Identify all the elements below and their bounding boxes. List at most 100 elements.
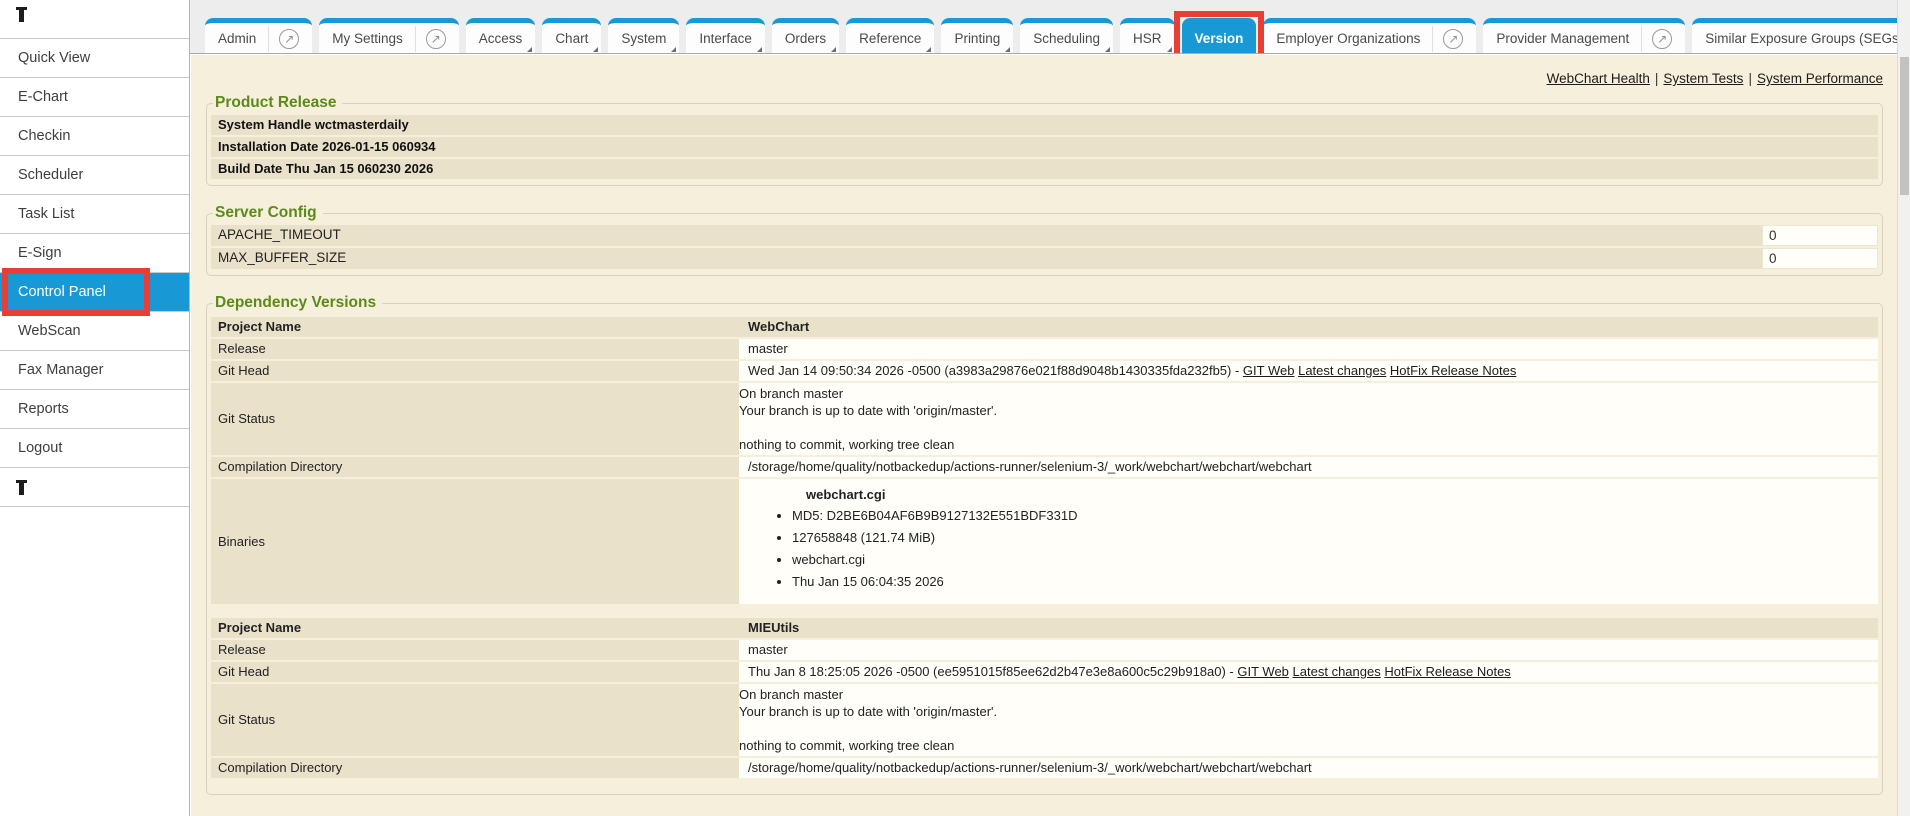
tab-printing[interactable]: Printing <box>941 18 1013 54</box>
row-label: Git Status <box>211 684 739 756</box>
sidebar-item-e-chart[interactable]: E-Chart <box>0 78 189 117</box>
sidebar-item-label: Scheduler <box>18 167 83 183</box>
tab-separator <box>268 26 269 52</box>
binary-detail: MD5: D2BE6B04AF6B9B9127132E551BDF331D <box>792 506 1869 525</box>
sidebar-item-checkin[interactable]: Checkin <box>0 117 189 156</box>
tab-label: Employer Organizations <box>1276 31 1420 46</box>
tab-label: Similar Exposure Groups (SEGs) <box>1705 31 1897 46</box>
sidebar-item-label: WebScan <box>18 323 81 339</box>
table-row: Git StatusOn branch master Your branch i… <box>211 684 1878 756</box>
sidebar-item-logout[interactable]: Logout <box>0 429 189 468</box>
tab-employer-organizations[interactable]: Employer Organizations ↗ <box>1263 18 1476 54</box>
tab-label: Version <box>1195 31 1244 46</box>
binary-detail: Thu Jan 15 06:04:35 2026 <box>792 572 1869 591</box>
config-value-field[interactable]: 0 <box>1762 225 1878 246</box>
row-value: master <box>739 640 1878 660</box>
tab-access[interactable]: Access <box>466 18 536 54</box>
tab-label: Admin <box>218 31 256 46</box>
tab-hsr[interactable]: HSR <box>1120 18 1175 54</box>
config-key: APACHE_TIMEOUT <box>211 225 1762 246</box>
row-value: Thu Jan 8 18:25:05 2026 -0500 (ee5951015… <box>739 662 1878 682</box>
binary-name: webchart.cgi <box>806 487 1869 503</box>
config-value-field[interactable]: 0 <box>1762 248 1878 269</box>
external-link-icon[interactable]: ↗ <box>1652 29 1672 49</box>
sidebar-item-control-panel[interactable]: Control Panel <box>0 273 189 312</box>
tab-chart[interactable]: Chart <box>542 18 601 54</box>
row-value: MIEUtils <box>739 618 1878 638</box>
sidebar-item-scheduler[interactable]: Scheduler <box>0 156 189 195</box>
tab-version[interactable]: Version <box>1182 18 1257 54</box>
sidebar-item-label: Control Panel <box>18 284 106 300</box>
tab-separator <box>1432 26 1433 52</box>
tab-reference[interactable]: Reference <box>846 18 934 54</box>
sidebar-item-fax-manager[interactable]: Fax Manager <box>0 351 189 390</box>
page: Admin↗My Settings↗AccessChartSystemInter… <box>0 0 1910 816</box>
row-label: Git Head <box>211 361 739 381</box>
server-config-row-max-buffer-size: MAX_BUFFER_SIZE0 <box>211 248 1878 269</box>
tab-admin[interactable]: Admin ↗ <box>205 18 312 54</box>
sidebar-item-task-list[interactable]: Task List <box>0 195 189 234</box>
row-label: Compilation Directory <box>211 457 739 477</box>
server-config-section: Server Config APACHE_TIMEOUT0MAX_BUFFER_… <box>206 204 1883 276</box>
tab-my-settings[interactable]: My Settings↗ <box>319 18 459 54</box>
link-git-web[interactable]: GIT Web <box>1243 363 1295 378</box>
tab-orders[interactable]: Orders <box>772 18 839 54</box>
link-system-performance[interactable]: System Performance <box>1757 71 1883 86</box>
dependency-table-mieutils: Project NameMIEUtilsReleasemasterGit Hea… <box>211 616 1878 780</box>
dropdown-caret-icon <box>671 47 676 52</box>
row-value: Wed Jan 14 09:50:34 2026 -0500 (a3983a29… <box>739 361 1878 381</box>
sidebar-item-label: Reports <box>18 401 69 417</box>
link-system-tests[interactable]: System Tests <box>1663 71 1743 86</box>
link-separator: | <box>1748 71 1752 86</box>
external-link-icon[interactable]: ↗ <box>426 29 446 49</box>
tab-interface[interactable]: Interface <box>686 18 765 54</box>
tab-similar-exposure-groups-segs[interactable]: Similar Exposure Groups (SEGs)↗ <box>1692 18 1897 54</box>
table-row: Project NameWebChart <box>211 317 1878 337</box>
tab-separator <box>415 26 416 52</box>
row-label: Git Status <box>211 383 739 455</box>
link-latest-changes[interactable]: Latest changes <box>1293 664 1381 679</box>
tab-label: Printing <box>954 31 1000 46</box>
link-webchart-health[interactable]: WebChart Health <box>1547 71 1650 86</box>
product-release-title: Product Release <box>213 94 342 112</box>
link-hotfix-release-notes[interactable]: HotFix Release Notes <box>1390 363 1516 378</box>
external-link-icon[interactable]: ↗ <box>279 29 299 49</box>
row-label: Project Name <box>211 317 739 337</box>
sidebar-item-reports[interactable]: Reports <box>0 390 189 429</box>
tab-scheduling[interactable]: Scheduling <box>1020 18 1113 54</box>
binary-details-list: MD5: D2BE6B04AF6B9B9127132E551BDF331D127… <box>748 506 1869 591</box>
sidebar-item-label: Logout <box>18 440 62 456</box>
sidebar-item-e-sign[interactable]: E-Sign <box>0 234 189 273</box>
scrollbar-thumb[interactable] <box>1900 57 1909 195</box>
dropdown-caret-icon <box>593 47 598 52</box>
tab-provider-management[interactable]: Provider Management ↗ <box>1483 18 1685 54</box>
server-config-row-apache-timeout: APACHE_TIMEOUT0 <box>211 225 1878 246</box>
sidebar-item-webscan[interactable]: WebScan <box>0 312 189 351</box>
sidebar-menu: Quick View E-Chart Checkin Scheduler Task Li… <box>0 38 189 468</box>
link-git-web[interactable]: GIT Web <box>1237 664 1289 679</box>
binary-detail: webchart.cgi <box>792 550 1869 569</box>
tab-label: Provider Management <box>1496 31 1629 46</box>
dependency-tables: Project NameWebChartReleasemasterGit Hea… <box>211 315 1878 780</box>
sidebar-item-label: Quick View <box>18 50 90 66</box>
vertical-scrollbar[interactable] <box>1897 0 1910 816</box>
tab-system[interactable]: System <box>608 18 679 54</box>
external-link-icon[interactable]: ↗ <box>1443 29 1463 49</box>
link-hotfix-release-notes[interactable]: HotFix Release Notes <box>1384 664 1510 679</box>
link-latest-changes[interactable]: Latest changes <box>1298 363 1386 378</box>
product-release-row-installation-date: Installation Date 2026-01-15 060934 <box>211 137 1878 159</box>
link-separator: | <box>1655 71 1659 86</box>
sidebar-item-quick-view[interactable]: Quick View <box>0 39 189 78</box>
pin-icon[interactable] <box>16 7 24 22</box>
table-row: Compilation Directory/storage/home/quali… <box>211 758 1878 778</box>
row-value: /storage/home/quality/notbackedup/action… <box>739 758 1878 778</box>
sidebar-item-label: Task List <box>18 206 74 222</box>
sidebar-item-label: E-Chart <box>18 89 68 105</box>
dropdown-caret-icon <box>1005 47 1010 52</box>
row-label: Project Name <box>211 618 739 638</box>
sidebar-item-label: Checkin <box>18 128 70 144</box>
tab-label: Reference <box>859 31 921 46</box>
dependency-versions-title: Dependency Versions <box>213 294 382 312</box>
sidebar-pin-icon[interactable] <box>0 468 189 507</box>
dropdown-caret-icon <box>1105 47 1110 52</box>
